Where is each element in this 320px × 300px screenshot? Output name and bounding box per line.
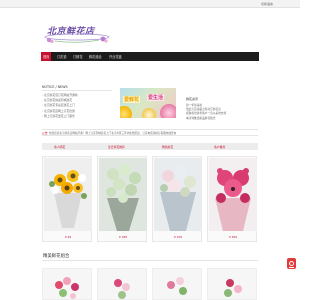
tab-birthday-flowers[interactable]: 生日鲜花推荐 [106,143,127,150]
pastel-bouquet-icon [154,158,202,231]
nav-item-order-flowers[interactable]: 订鲜花 [73,54,83,59]
logo-flourish-icon [44,33,110,44]
info-panel: 鲜花资讯 新一年到来啦 值此元旦来临之际北京鲜花店 感谢各位新老客户一直以来的支… [186,97,258,120]
info-line: 本店特推出新品鲜花组合 [186,115,216,120]
info-title: 鲜花资讯 [186,97,199,101]
product-price: ¥ 99 [64,235,72,239]
product-thumb[interactable] [207,268,257,300]
mixed-bouquet-icon [167,277,187,295]
flower-icon [160,104,176,118]
sunflower-bouquet-icon [44,158,92,231]
product-card[interactable]: ¥ 399 [207,156,257,242]
ticker-text[interactable]: 热烈庆祝北京鲜花店网站开通！网上订花同城送花上门北京市区三环内免费配送，订花电话… [49,131,176,135]
green-rose-bouquet-icon [99,158,147,231]
product-thumb[interactable] [42,268,92,300]
product-price: ¥ 399 [228,235,237,239]
section-title: 精美鲜花组合 [43,254,70,259]
product-thumb[interactable] [97,268,147,300]
customer-service-button[interactable] [287,258,296,269]
nav-item-order-talk[interactable]: 订花说 [57,54,67,59]
language-switch-link[interactable]: 切换语言 [261,2,273,6]
promo-banner[interactable]: 爱鲜花 爱生活 [120,88,176,118]
top-bar: 切换语言 [0,0,300,8]
news-heading: NOTICE / NEWS [42,85,112,91]
category-tabs: 客人晒花 生日鲜花推荐 网络鲜花 客户推荐 [42,143,258,150]
announcement-ticker: 公告 热烈庆祝北京鲜花店网站开通！网上订花同城送花上门北京市区三环内免费配送，订… [42,129,258,136]
news-panel: NOTICE / NEWS 北京鲜花店订花网站开通啦 北京鲜花快递同城送花 北京… [42,85,112,119]
nav-item-combos[interactable]: 鲜花组合 [89,54,102,59]
main-nav: 首页 订花说 订鲜花 鲜花组合 开业花篮 [41,52,259,61]
nav-item-opening-baskets[interactable]: 开业花篮 [109,54,122,59]
site-logo[interactable]: 北京鲜花店 [43,24,111,44]
product-card[interactable]: ¥ 158 [152,156,202,242]
product-thumb[interactable] [152,268,202,300]
headset-icon [289,261,294,266]
product-price: ¥ 188 [118,235,127,239]
mixed-bouquet-icon [114,279,130,299]
section-divider [42,260,258,261]
product-image[interactable] [99,158,147,231]
flower-icon [142,108,156,118]
ticker-label: 公告 [42,131,48,135]
nav-item-home[interactable]: 首页 [41,52,52,61]
product-price: ¥ 158 [173,235,182,239]
product-image[interactable] [154,158,202,231]
product-card[interactable]: ¥ 188 [97,156,147,242]
product-card[interactable]: ¥ 99 [42,156,92,242]
banner-text-right: 爱生活 [147,94,165,101]
tab-online-flowers[interactable]: 网络鲜花 [160,143,175,150]
bear-rose-bouquet-icon [209,158,257,231]
news-item[interactable]: 网上订鲜花送花上门服务 [42,114,112,119]
product-image[interactable] [44,158,92,231]
tab-customer-recommend[interactable]: 客户推荐 [212,143,227,150]
tab-customer-photos[interactable]: 客人晒花 [52,143,67,150]
mixed-bouquet-icon [55,277,79,299]
flower-icon [120,106,132,118]
product-image[interactable] [209,158,257,231]
mixed-bouquet-icon [224,279,242,297]
banner-text-left: 爱鲜花 [123,96,141,103]
